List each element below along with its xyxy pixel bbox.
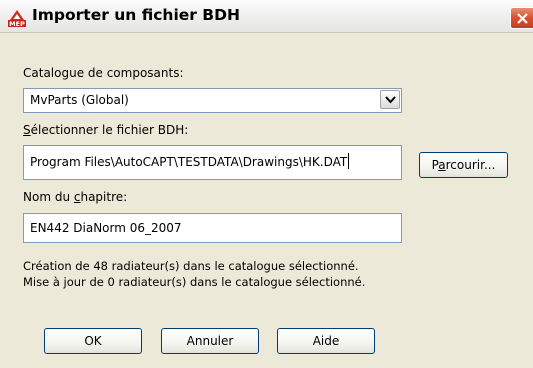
close-icon xyxy=(517,13,528,24)
text-caret xyxy=(348,153,350,169)
close-button[interactable] xyxy=(510,7,533,29)
browse-button[interactable]: Parcourir... xyxy=(419,152,508,178)
bdh-file-label: Sélectionner le fichier BDH: xyxy=(23,123,189,137)
window-title: Importer un fichier BDH xyxy=(32,6,240,24)
chevron-down-icon xyxy=(385,96,396,104)
title-bar[interactable]: MEP Importer un fichier BDH xyxy=(0,0,533,33)
chapter-name-input[interactable]: EN442 DiaNorm 06_2007 xyxy=(23,213,402,243)
chapter-name-value: EN442 DiaNorm 06_2007 xyxy=(30,221,182,235)
mep-app-icon: MEP xyxy=(8,9,26,28)
catalog-dropdown-button[interactable] xyxy=(380,90,400,109)
status-line-updated: Mise à jour de 0 radiateur(s) dans le ca… xyxy=(23,275,366,289)
status-message: Création de 48 radiateur(s) dans le cata… xyxy=(23,258,365,290)
bdh-file-value: Program Files\AutoCAPT\TESTDATA\Drawings… xyxy=(30,155,348,169)
catalog-select-value: MvParts (Global) xyxy=(30,93,129,107)
chapter-label: Nom du chapitre: xyxy=(23,190,128,204)
catalog-label: Catalogue de composants: xyxy=(23,66,184,80)
bdh-file-input[interactable]: Program Files\AutoCAPT\TESTDATA\Drawings… xyxy=(23,145,402,180)
status-line-created: Création de 48 radiateur(s) dans le cata… xyxy=(23,259,359,273)
ok-button[interactable]: OK xyxy=(44,328,142,354)
catalog-select[interactable]: MvParts (Global) xyxy=(23,88,402,113)
cancel-button[interactable]: Annuler xyxy=(161,328,259,354)
help-button[interactable]: Aide xyxy=(277,328,375,354)
svg-text:MEP: MEP xyxy=(9,20,25,27)
